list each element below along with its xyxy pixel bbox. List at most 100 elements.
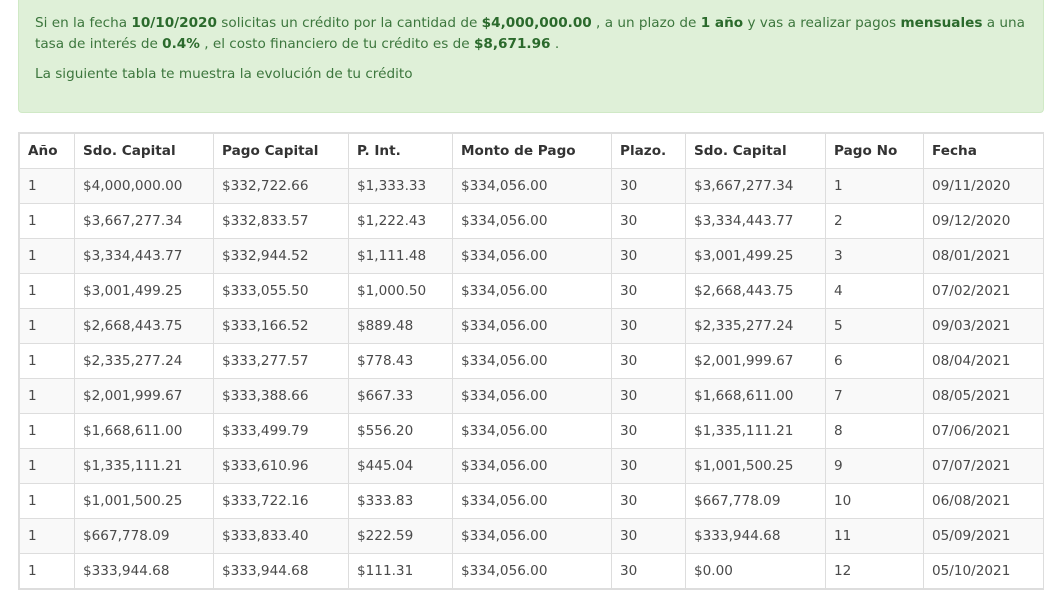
cell-remaining-balance: $0.00 [685, 553, 826, 589]
cell-interest: $445.04 [348, 448, 453, 484]
cell-payment-amount: $334,056.00 [452, 273, 612, 309]
cell-capital-payment: $333,277.57 [213, 343, 349, 379]
table-row: 1 $333,944.68 $333,944.68 $111.31 $334,056.0… [19, 553, 1044, 589]
amortization-table-container: Año Sdo. Capital Pago Capital P. Int. Monto … [18, 132, 1044, 590]
table-body: 1 $4,000,000.00 $332,722.66 $1,333.33 $334,0… [19, 168, 1044, 589]
cell-interest: $111.31 [348, 553, 453, 589]
cell-date: 09/12/2020 [923, 203, 1044, 239]
column-header-payment-number: Pago No [825, 133, 924, 169]
cell-term: 30 [611, 518, 686, 554]
cell-payment-amount: $334,056.00 [452, 518, 612, 554]
cell-term: 30 [611, 203, 686, 239]
cell-date: 07/06/2021 [923, 413, 1044, 449]
table-row: 1 $2,668,443.75 $333,166.52 $889.48 $334,056… [19, 308, 1044, 344]
table-row: 1 $1,668,611.00 $333,499.79 $556.20 $334,056… [19, 413, 1044, 449]
cell-payment-number: 4 [825, 273, 924, 309]
cell-year: 1 [19, 203, 75, 239]
table-row: 1 $2,335,277.24 $333,277.57 $778.43 $334,056… [19, 343, 1044, 379]
cell-term: 30 [611, 413, 686, 449]
column-header-interest: P. Int. [348, 133, 453, 169]
cell-term: 30 [611, 273, 686, 309]
cell-capital-payment: $333,166.52 [213, 308, 349, 344]
column-header-year: Año [19, 133, 75, 169]
cell-year: 1 [19, 553, 75, 589]
cell-remaining-balance: $3,667,277.34 [685, 168, 826, 204]
cell-payment-amount: $334,056.00 [452, 238, 612, 274]
cell-capital-balance: $2,335,277.24 [74, 343, 214, 379]
credit-summary-alert: Si en la fecha 10/10/2020 solicitas un c… [18, 0, 1044, 113]
cell-capital-balance: $667,778.09 [74, 518, 214, 554]
cell-term: 30 [611, 238, 686, 274]
cell-capital-payment: $332,722.66 [213, 168, 349, 204]
column-header-date: Fecha [923, 133, 1044, 169]
cell-payment-amount: $334,056.00 [452, 343, 612, 379]
cell-term: 30 [611, 168, 686, 204]
cell-year: 1 [19, 308, 75, 344]
summary-text-1: Si en la fecha [35, 15, 132, 31]
cell-year: 1 [19, 273, 75, 309]
cell-year: 1 [19, 238, 75, 274]
payment-frequency: mensuales [900, 15, 983, 31]
cell-interest: $778.43 [348, 343, 453, 379]
cell-capital-payment: $332,833.57 [213, 203, 349, 239]
cell-payment-number: 5 [825, 308, 924, 344]
cell-payment-number: 2 [825, 203, 924, 239]
cell-interest: $667.33 [348, 378, 453, 414]
cell-term: 30 [611, 448, 686, 484]
cell-payment-amount: $334,056.00 [452, 448, 612, 484]
cell-capital-balance: $3,001,499.25 [74, 273, 214, 309]
cell-capital-payment: $333,499.79 [213, 413, 349, 449]
summary-text-3: , a un plazo de [591, 15, 701, 31]
cell-interest: $1,333.33 [348, 168, 453, 204]
table-intro-note: La siguiente tabla te muestra la evoluci… [35, 66, 413, 82]
cell-payment-number: 1 [825, 168, 924, 204]
table-row: 1 $1,335,111.21 $333,610.96 $445.04 $334,056… [19, 448, 1044, 484]
column-header-remaining-balance: Sdo. Capital [685, 133, 826, 169]
cell-remaining-balance: $2,668,443.75 [685, 273, 826, 309]
cell-year: 1 [19, 483, 75, 519]
summary-text-6: , el costo financiero de tu crédito es d… [199, 36, 474, 52]
cell-remaining-balance: $3,001,499.25 [685, 238, 826, 274]
cell-remaining-balance: $667,778.09 [685, 483, 826, 519]
amortization-table: Año Sdo. Capital Pago Capital P. Int. Monto … [19, 133, 1044, 589]
interest-rate: 0.4% [162, 36, 200, 52]
cell-year: 1 [19, 413, 75, 449]
cell-year: 1 [19, 518, 75, 554]
cell-capital-payment: $333,944.68 [213, 553, 349, 589]
cell-capital-payment: $333,055.50 [213, 273, 349, 309]
cell-payment-number: 9 [825, 448, 924, 484]
table-row: 1 $1,001,500.25 $333,722.16 $333.83 $334,056… [19, 483, 1044, 519]
cell-remaining-balance: $3,334,443.77 [685, 203, 826, 239]
column-header-term: Plazo. [611, 133, 686, 169]
table-header-row: Año Sdo. Capital Pago Capital P. Int. Monto … [19, 133, 1044, 169]
column-header-payment-amount: Monto de Pago [452, 133, 612, 169]
cell-remaining-balance: $1,001,500.25 [685, 448, 826, 484]
cell-date: 08/04/2021 [923, 343, 1044, 379]
cell-year: 1 [19, 378, 75, 414]
cell-year: 1 [19, 343, 75, 379]
cell-payment-number: 12 [825, 553, 924, 589]
table-row: 1 $4,000,000.00 $332,722.66 $1,333.33 $334,0… [19, 168, 1044, 204]
cell-date: 05/10/2021 [923, 553, 1044, 589]
cell-payment-amount: $334,056.00 [452, 203, 612, 239]
cell-term: 30 [611, 308, 686, 344]
cell-payment-number: 7 [825, 378, 924, 414]
summary-text-7: . [550, 36, 560, 52]
cell-date: 07/02/2021 [923, 273, 1044, 309]
cell-payment-number: 3 [825, 238, 924, 274]
cell-remaining-balance: $2,001,999.67 [685, 343, 826, 379]
cell-term: 30 [611, 378, 686, 414]
cell-interest: $1,111.48 [348, 238, 453, 274]
cell-interest: $556.20 [348, 413, 453, 449]
cell-term: 30 [611, 553, 686, 589]
cell-capital-payment: $332,944.52 [213, 238, 349, 274]
cell-interest: $889.48 [348, 308, 453, 344]
cell-payment-amount: $334,056.00 [452, 168, 612, 204]
cell-capital-balance: $1,668,611.00 [74, 413, 214, 449]
cell-remaining-balance: $1,668,611.00 [685, 378, 826, 414]
credit-amount: $4,000,000.00 [481, 15, 592, 31]
cell-capital-payment: $333,388.66 [213, 378, 349, 414]
cell-capital-balance: $333,944.68 [74, 553, 214, 589]
cell-payment-amount: $334,056.00 [452, 413, 612, 449]
cell-interest: $222.59 [348, 518, 453, 554]
